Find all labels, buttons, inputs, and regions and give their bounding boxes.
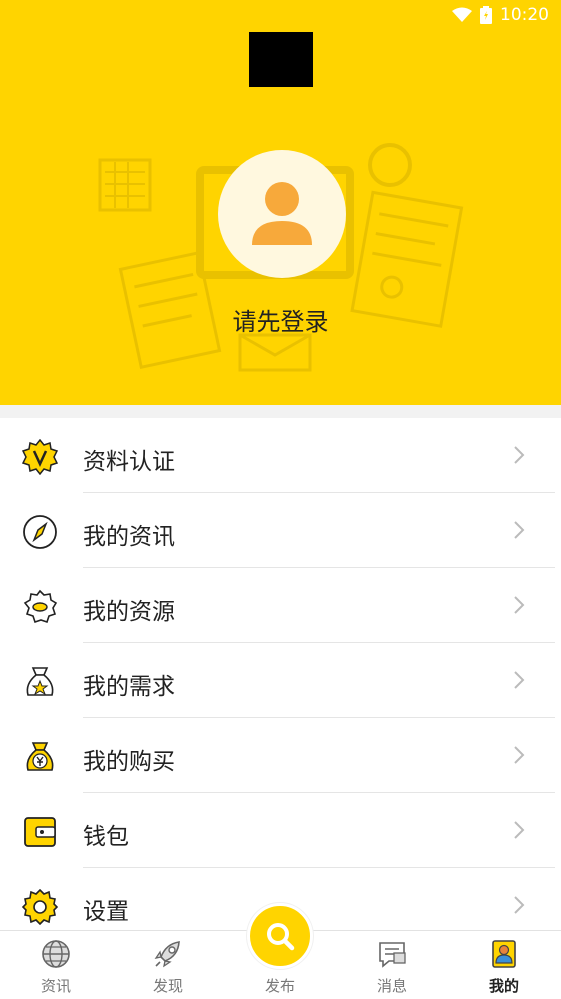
gear-icon bbox=[22, 889, 58, 925]
tab-label: 发布 bbox=[264, 977, 295, 995]
tab-label: 我的 bbox=[488, 977, 519, 995]
menu-item-my-demands[interactable]: 我的需求 bbox=[0, 643, 561, 718]
compass-icon bbox=[23, 515, 57, 549]
tab-label: 资讯 bbox=[40, 977, 71, 995]
chevron-right-icon bbox=[514, 671, 525, 689]
tab-messages[interactable]: 消息 bbox=[336, 931, 448, 999]
menu-label: 我的资讯 bbox=[83, 524, 175, 550]
rocket-icon bbox=[154, 941, 180, 968]
yen-bag-icon bbox=[26, 742, 54, 771]
chevron-right-icon bbox=[514, 521, 525, 539]
tab-news[interactable]: 资讯 bbox=[0, 931, 112, 999]
menu-label: 资料认证 bbox=[83, 449, 175, 475]
publish-button[interactable] bbox=[247, 903, 313, 969]
chevron-right-icon bbox=[514, 746, 525, 764]
chevron-right-icon bbox=[514, 821, 525, 839]
chevron-right-icon bbox=[514, 896, 525, 914]
menu-item-my-news[interactable]: 我的资讯 bbox=[0, 493, 561, 568]
tab-label: 消息 bbox=[376, 977, 407, 995]
globe-icon bbox=[42, 940, 70, 968]
profile-header: 10:20 请先登录 bbox=[0, 0, 561, 405]
resource-badge-icon bbox=[23, 589, 58, 624]
menu-list: 资料认证 我的资讯 我的资源 我的需求 我的购买 钱包 设置 bbox=[0, 418, 561, 930]
wallet-icon bbox=[24, 817, 56, 847]
login-prompt[interactable]: 请先登录 bbox=[0, 302, 561, 337]
menu-label: 设置 bbox=[83, 899, 129, 925]
tab-mine[interactable]: 我的 bbox=[448, 931, 560, 999]
status-time: 10:20 bbox=[500, 5, 549, 25]
wifi-icon bbox=[452, 7, 472, 22]
search-icon bbox=[267, 923, 295, 951]
user-icon bbox=[252, 182, 312, 245]
star-bag-icon bbox=[26, 667, 54, 696]
menu-item-verification[interactable]: 资料认证 bbox=[0, 418, 561, 493]
menu-label: 钱包 bbox=[83, 824, 129, 850]
menu-label: 我的购买 bbox=[83, 749, 175, 775]
battery-icon bbox=[480, 6, 492, 24]
app-logo bbox=[249, 32, 313, 87]
chevron-right-icon bbox=[514, 446, 525, 464]
menu-item-my-purchases[interactable]: 我的购买 bbox=[0, 718, 561, 793]
tab-label: 发现 bbox=[152, 977, 183, 995]
menu-label: 我的需求 bbox=[83, 674, 175, 700]
profile-icon bbox=[492, 940, 516, 968]
menu-item-my-resources[interactable]: 我的资源 bbox=[0, 568, 561, 643]
verify-badge-icon bbox=[22, 439, 58, 475]
avatar[interactable] bbox=[218, 150, 346, 278]
tab-discover[interactable]: 发现 bbox=[112, 931, 224, 999]
status-bar: 10:20 bbox=[0, 0, 561, 32]
message-icon bbox=[379, 942, 406, 968]
chevron-right-icon bbox=[514, 596, 525, 614]
menu-label: 我的资源 bbox=[83, 599, 175, 625]
menu-item-wallet[interactable]: 钱包 bbox=[0, 793, 561, 868]
